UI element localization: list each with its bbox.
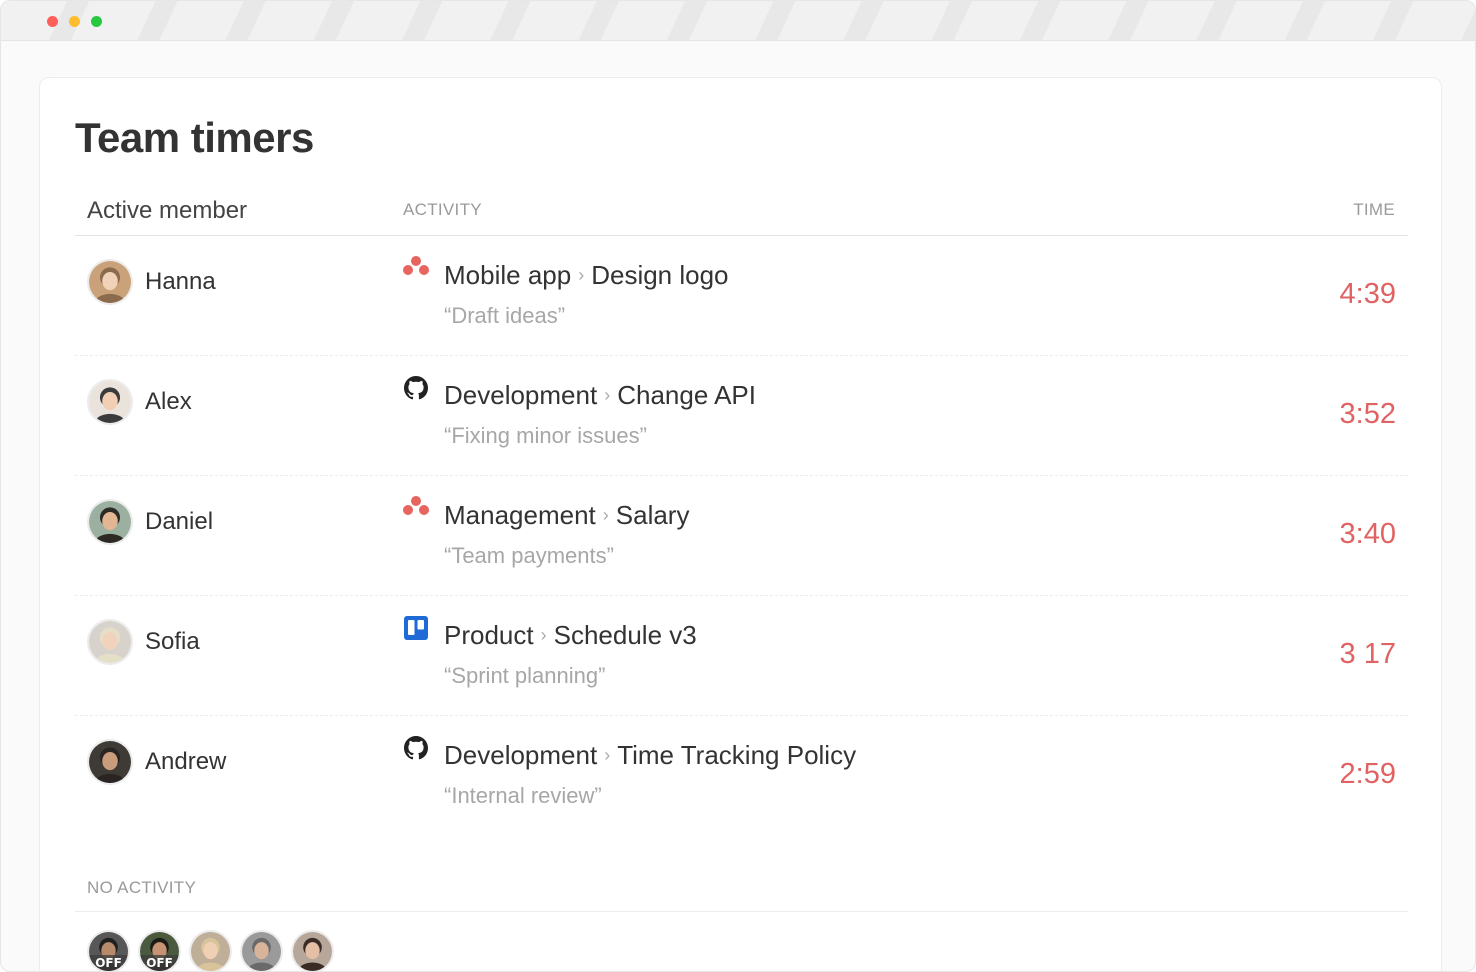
close-window-button[interactable]: [47, 16, 58, 27]
column-header-activity: ACTIVITY: [403, 200, 482, 219]
activity-note: “Sprint planning”: [444, 663, 606, 688]
inactive-member-avatar[interactable]: [240, 930, 283, 971]
task-name[interactable]: Salary: [616, 500, 690, 530]
breadcrumb-separator: ›: [604, 385, 611, 405]
breadcrumb-separator: ›: [540, 625, 547, 645]
timer-value: 3:52: [1339, 398, 1396, 430]
off-badge: OFF: [140, 955, 179, 971]
breadcrumb-separator: ›: [604, 745, 611, 765]
timer-value: 2:59: [1339, 758, 1396, 790]
task-name[interactable]: Time Tracking Policy: [617, 740, 856, 770]
project-name[interactable]: Product: [444, 620, 534, 650]
project-name[interactable]: Development: [444, 740, 597, 770]
activity-title: Development › Time Tracking Policy: [444, 740, 856, 771]
activity-title: Product › Schedule v3: [444, 620, 697, 651]
activity-title: Management › Salary: [444, 500, 689, 531]
column-header-member: Active member: [87, 197, 248, 224]
minimize-window-button[interactable]: [69, 16, 80, 27]
avatar: [87, 499, 133, 545]
github-icon: [402, 734, 430, 762]
activity-note: “Draft ideas”: [444, 303, 566, 328]
activity-note: “Team payments”: [444, 543, 614, 568]
activity-note: “Fixing minor issues”: [444, 423, 647, 448]
timer-row[interactable]: Alex Development › Change API “Fixing minor …: [75, 356, 1408, 476]
timer-row[interactable]: Daniel Management › Salary “Team payments” 3:…: [75, 476, 1408, 596]
column-header-time: TIME: [1353, 200, 1395, 219]
timer-list: Hanna Mobile app › Design logo “Draft ideas”…: [75, 236, 1408, 836]
avatar: [87, 259, 133, 305]
timer-value: 3 17: [1339, 638, 1396, 670]
task-name[interactable]: Change API: [617, 380, 756, 410]
member-name: Hanna: [145, 268, 216, 295]
page-title: Team timers: [75, 114, 314, 161]
timer-row[interactable]: Hanna Mobile app › Design logo “Draft ideas”…: [75, 236, 1408, 356]
timer-value: 4:39: [1339, 278, 1396, 310]
member-name: Alex: [145, 388, 192, 415]
project-name[interactable]: Development: [444, 380, 597, 410]
activity-title: Mobile app › Design logo: [444, 260, 729, 291]
inactive-member-avatar[interactable]: OFF: [138, 930, 181, 971]
breadcrumb-separator: ›: [578, 265, 585, 285]
app-window: Team timers Active member ACTIVITY TIME …: [0, 0, 1476, 972]
team-timers-card: Team timers Active member ACTIVITY TIME …: [39, 77, 1442, 971]
activity-note: “Internal review”: [444, 783, 602, 808]
trello-icon: [402, 614, 430, 642]
avatar: [87, 379, 133, 425]
project-name[interactable]: Mobile app: [444, 260, 571, 290]
off-badge: OFF: [89, 955, 128, 971]
inactive-member-avatar[interactable]: OFF: [87, 930, 130, 971]
avatar: [87, 739, 133, 785]
no-activity-label: NO ACTIVITY: [87, 878, 197, 897]
project-name[interactable]: Management: [444, 500, 596, 530]
member-name: Andrew: [145, 748, 227, 775]
inactive-member-avatar[interactable]: [189, 930, 232, 971]
task-name[interactable]: Schedule v3: [554, 620, 697, 650]
activity-title: Development › Change API: [444, 380, 756, 411]
zoom-window-button[interactable]: [91, 16, 102, 27]
member-name: Sofia: [145, 628, 200, 655]
inactive-member-avatar[interactable]: [291, 930, 334, 971]
member-name: Daniel: [145, 508, 214, 535]
timer-row[interactable]: Andrew Development › Time Tracking Policy “I…: [75, 716, 1408, 836]
asana-icon: [402, 254, 430, 282]
title-bar: [1, 1, 1475, 41]
avatar: [87, 619, 133, 665]
timer-value: 3:40: [1339, 518, 1396, 550]
breadcrumb-separator: ›: [602, 505, 609, 525]
asana-icon: [402, 494, 430, 522]
timer-row[interactable]: Sofia Product › Schedule v3 “Sprint planning…: [75, 596, 1408, 716]
github-icon: [402, 374, 430, 402]
no-activity-divider: [75, 911, 1408, 912]
task-name[interactable]: Design logo: [591, 260, 728, 290]
